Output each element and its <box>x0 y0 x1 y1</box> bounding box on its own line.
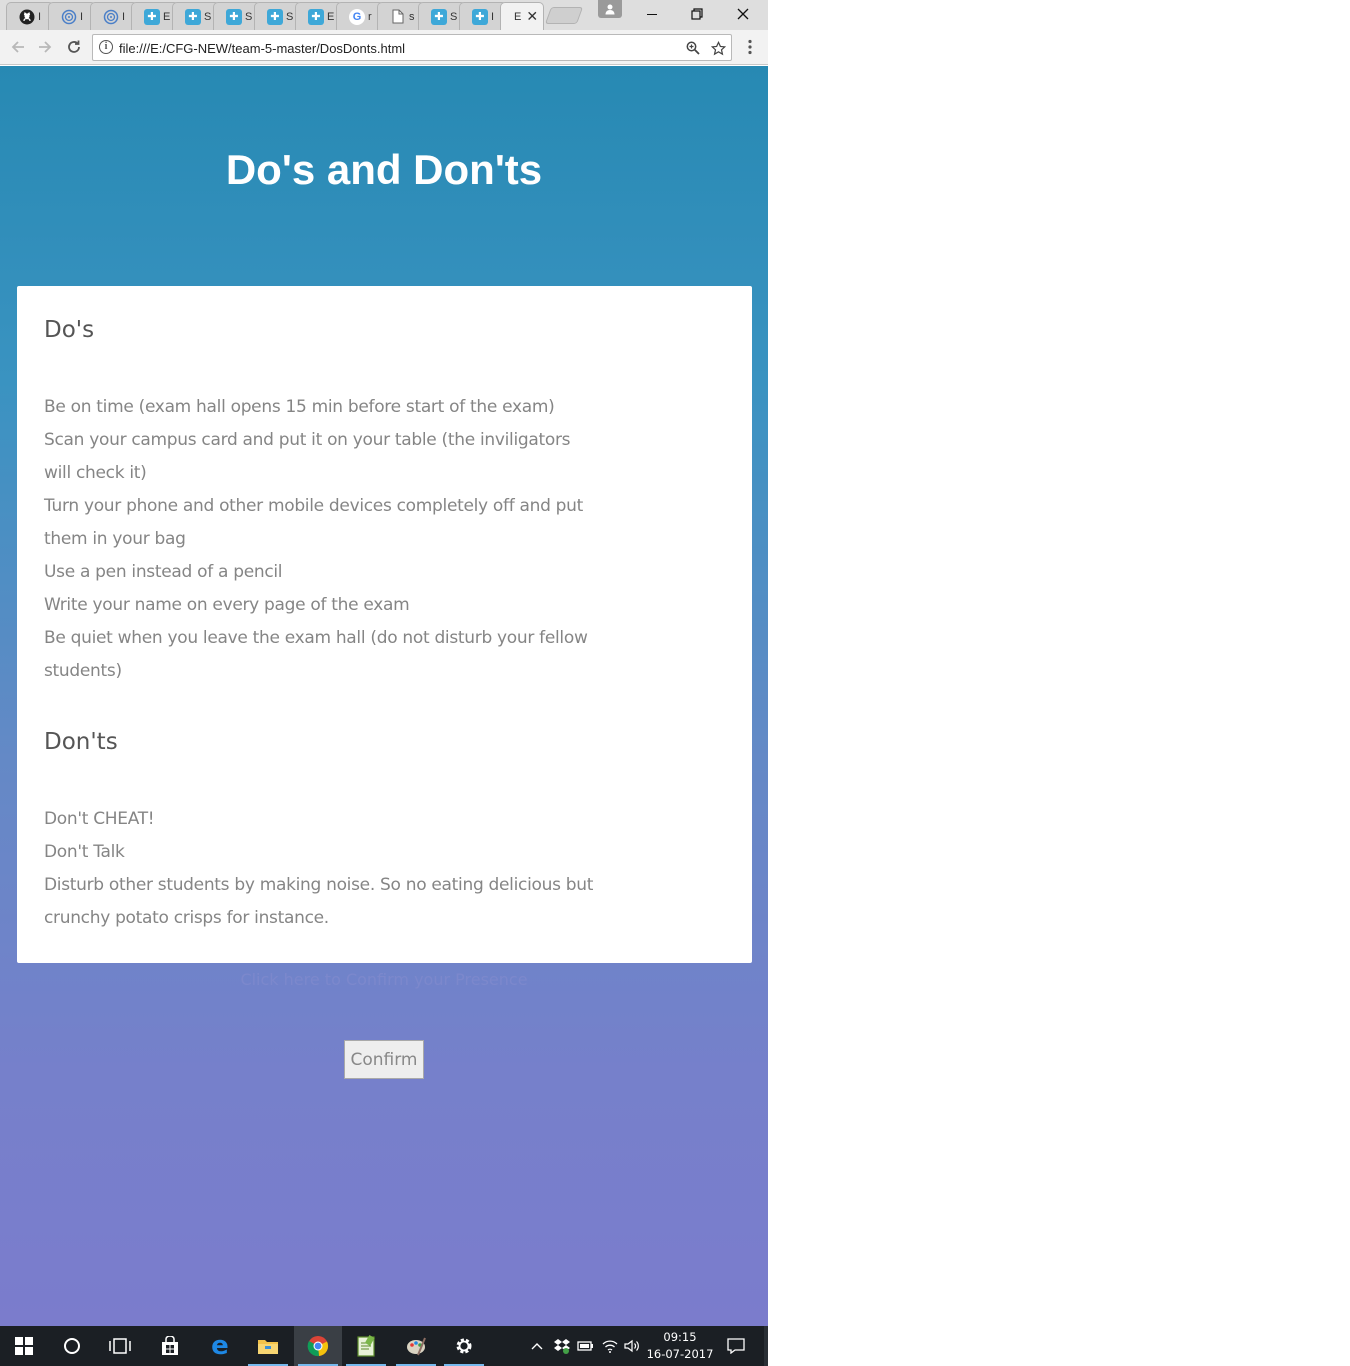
dropbox-icon[interactable] <box>551 1326 573 1366</box>
dos-heading: Do's <box>44 317 95 343</box>
close-window-icon[interactable] <box>721 0 765 28</box>
donts-line: crunchy potato crisps for instance. <box>44 908 329 928</box>
tab-globe-1[interactable]: I <box>48 2 96 30</box>
reload-icon[interactable] <box>62 35 86 59</box>
dos-line: them in your bag <box>44 529 186 549</box>
task-view-icon[interactable] <box>96 1326 144 1366</box>
rules-card: Do's Be on time (exam hall opens 15 min … <box>17 286 752 963</box>
puzzle-icon: ✚ <box>226 8 242 25</box>
minimize-icon[interactable] <box>630 0 674 28</box>
address-input[interactable] <box>119 38 679 58</box>
back-arrow-icon[interactable] <box>6 35 30 59</box>
tab-strip: I I I ✚ E ✚ S ✚ S ✚ S ✚ E G r s ✚ S ✚ I … <box>0 0 768 30</box>
donts-line: Disturb other students by making noise. … <box>44 875 594 895</box>
google-icon: G <box>349 8 365 25</box>
info-icon[interactable]: i <box>99 40 113 54</box>
puzzle-icon: ✚ <box>308 8 324 25</box>
address-bar[interactable]: i <box>92 34 732 61</box>
notepad-icon[interactable] <box>342 1326 390 1366</box>
dos-line: Be quiet when you leave the exam hall (d… <box>44 628 588 648</box>
dos-line: students) <box>44 661 122 681</box>
puzzle-icon: ✚ <box>267 8 283 25</box>
taskbar: e 09:15 16-07-2017 <box>0 1326 768 1366</box>
donts-line: Don't Talk <box>44 842 125 862</box>
star-icon[interactable] <box>709 39 727 57</box>
clock-time: 09:15 <box>663 1330 697 1344</box>
dos-line: Scan your campus card and put it on your… <box>44 430 571 450</box>
edge-icon[interactable]: e <box>196 1326 244 1366</box>
notification-icon[interactable] <box>722 1326 750 1366</box>
globe-icon <box>103 9 119 25</box>
close-tab-icon[interactable]: ✕ <box>526 8 538 25</box>
zoom-icon[interactable] <box>684 39 702 57</box>
browser-toolbar: i <box>0 30 768 65</box>
cortana-icon[interactable] <box>48 1326 96 1366</box>
page-content: Do's and Don'ts Do's Be on time (exam ha… <box>0 66 768 1326</box>
forward-arrow-icon[interactable] <box>33 35 57 59</box>
dos-line: Turn your phone and other mobile devices… <box>44 496 584 516</box>
new-tab-button[interactable] <box>544 7 584 24</box>
page-title: Do's and Don'ts <box>225 146 543 193</box>
page-icon <box>390 9 406 25</box>
settings-gear-icon[interactable] <box>440 1326 488 1366</box>
menu-dots-icon[interactable] <box>740 35 760 59</box>
dos-line: will check it) <box>44 463 147 483</box>
profile-icon[interactable] <box>598 0 622 18</box>
file-explorer-icon[interactable] <box>244 1326 292 1366</box>
puzzle-icon: ✚ <box>472 8 488 25</box>
clock-date: 16-07-2017 <box>646 1347 714 1361</box>
wifi-icon[interactable] <box>599 1326 621 1366</box>
donts-line: Don't CHEAT! <box>44 809 155 829</box>
restore-icon[interactable] <box>675 0 719 28</box>
confirm-button[interactable]: Confirm <box>344 1040 424 1079</box>
browser-window: I I I ✚ E ✚ S ✚ S ✚ S ✚ E G r s ✚ S ✚ I … <box>0 0 768 1366</box>
puzzle-icon: ✚ <box>144 8 160 25</box>
dos-line: Write your name on every page of the exa… <box>44 595 410 615</box>
tab-active[interactable]: E ✕ <box>500 2 544 30</box>
chrome-icon[interactable] <box>294 1326 342 1366</box>
puzzle-icon: ✚ <box>431 8 447 25</box>
volume-icon[interactable] <box>621 1326 643 1366</box>
confirm-presence-link[interactable]: Click here to Confirm your Presence <box>0 970 768 989</box>
paint-icon[interactable] <box>392 1326 440 1366</box>
windows-start-icon[interactable] <box>0 1326 48 1366</box>
show-desktop-button[interactable] <box>764 1326 768 1366</box>
battery-icon[interactable] <box>575 1326 597 1366</box>
dos-line: Use a pen instead of a pencil <box>44 562 283 582</box>
donts-heading: Don'ts <box>44 729 118 755</box>
chevron-up-icon[interactable] <box>528 1326 546 1366</box>
globe-icon <box>61 9 77 25</box>
store-icon[interactable] <box>146 1326 194 1366</box>
taskbar-clock[interactable]: 09:15 16-07-2017 <box>646 1329 714 1363</box>
dos-line: Be on time (exam hall opens 15 min befor… <box>44 397 555 417</box>
puzzle-icon: ✚ <box>185 8 201 25</box>
github-icon <box>19 9 35 25</box>
tab-github[interactable]: I <box>6 2 54 30</box>
